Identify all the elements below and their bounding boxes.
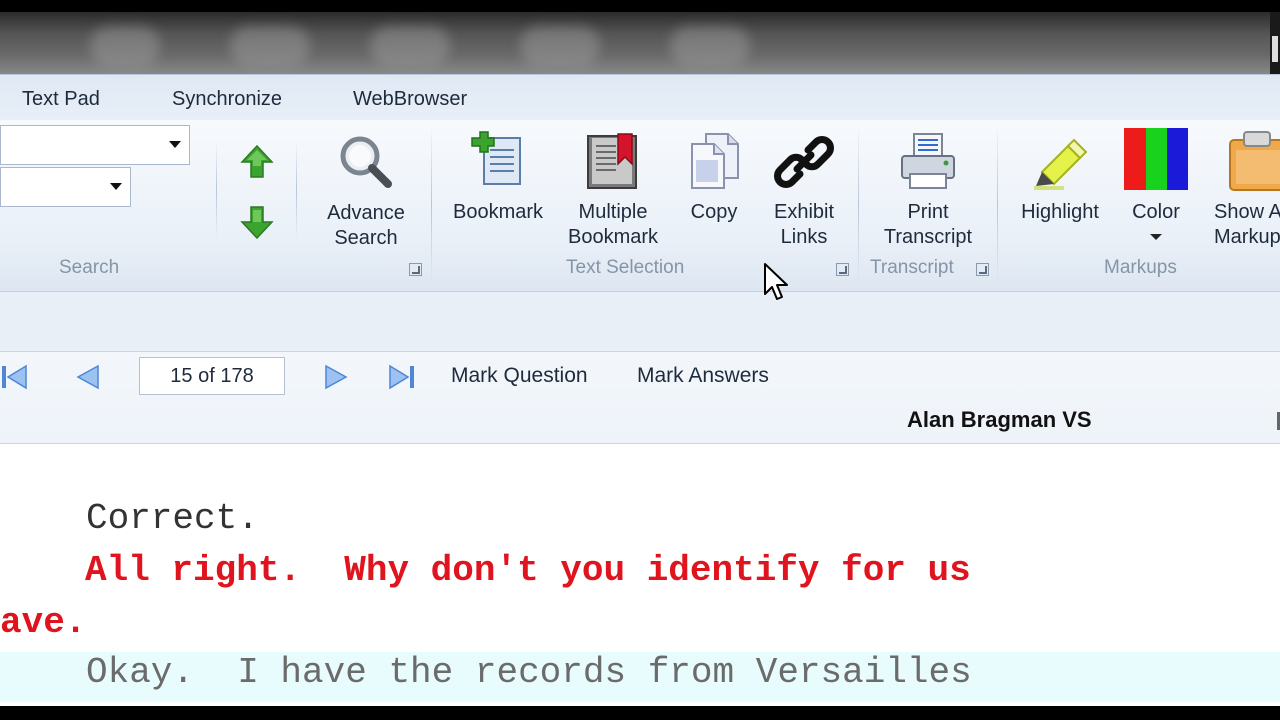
print-transcript-label-line-1: Print	[907, 201, 949, 223]
ribbon-separator	[296, 140, 297, 240]
window-edge-button[interactable]	[1272, 36, 1278, 62]
bookmark-label: Bookmark	[452, 201, 544, 223]
show-all-markup-label: Show A Markup	[1214, 200, 1280, 250]
ribbon-group-separator	[997, 125, 998, 285]
highlight-button[interactable]: Highlight	[1012, 130, 1108, 240]
markups-group-label: Markups	[1104, 257, 1177, 278]
window-edge	[1270, 12, 1280, 74]
caption-blur-shape	[90, 26, 160, 66]
bookmark-plus-icon	[471, 131, 521, 185]
transcript-pane[interactable]: Correct. All right. Why don't you identi…	[0, 444, 1280, 706]
screen: Text Pad Synchronize WebBrowser Advance	[0, 0, 1280, 720]
color-label: Color	[1132, 201, 1180, 223]
transcript-line-question[interactable]: All right. Why don't you identify for us	[85, 550, 971, 591]
next-hit-down-arrow-icon[interactable]	[237, 202, 277, 242]
tab-synchronize[interactable]: Synchronize	[172, 88, 282, 111]
show-all-markup-label-line-2: Markup	[1214, 226, 1280, 248]
print-transcript-label: Print Transcript	[876, 200, 980, 250]
bookmark-button[interactable]: Bookmark	[450, 130, 546, 240]
ribbon-separator	[216, 140, 217, 240]
caption-blur-shape	[670, 26, 750, 66]
copy-label: Copy	[690, 201, 738, 223]
advance-search-label: Advance Search	[316, 201, 416, 251]
chevron-down-icon[interactable]	[110, 183, 122, 190]
transcript-group-dialog-launcher[interactable]	[976, 263, 989, 276]
ribbon-group-separator	[858, 125, 859, 285]
advance-search-label-line-2: Search	[334, 227, 398, 249]
caption-blur-shape	[520, 26, 600, 66]
search-combo-secondary[interactable]	[0, 167, 131, 207]
exhibit-links-label-line-1: Exhibit	[773, 201, 835, 223]
chevron-down-icon[interactable]	[1150, 234, 1162, 240]
search-group-dialog-launcher[interactable]	[409, 263, 422, 276]
advance-search-button[interactable]: Advance Search	[316, 132, 416, 262]
magnifier-icon	[340, 136, 392, 188]
advance-search-label-line-1: Advance	[327, 202, 405, 224]
show-all-markup-label-line-1: Show A	[1214, 201, 1280, 223]
next-page-icon[interactable]	[318, 362, 354, 392]
tab-text-pad[interactable]: Text Pad	[22, 88, 100, 111]
last-page-icon[interactable]	[384, 362, 420, 392]
exhibit-links-button[interactable]: Exhibit Links	[764, 130, 844, 260]
ribbon: Advance Search Search Bookmark Multiple …	[0, 120, 1280, 292]
previous-page-icon[interactable]	[70, 362, 106, 392]
page-navigation-bar: 15 of 178 Mark Question Mark Answers Ala…	[0, 352, 1280, 444]
multiple-bookmark-label: Multiple Bookmark	[563, 200, 663, 250]
multiple-bookmark-icon	[587, 133, 637, 189]
exhibit-links-label-line-2: Links	[780, 226, 828, 248]
highlighter-icon	[1034, 138, 1088, 190]
color-bars-icon	[1124, 128, 1188, 190]
chevron-down-icon[interactable]	[169, 141, 181, 148]
print-transcript-button[interactable]: Print Transcript	[876, 130, 980, 260]
transcript-line[interactable]: Correct.	[86, 498, 259, 539]
text-selection-group-label: Text Selection	[566, 257, 685, 278]
page-number-input[interactable]: 15 of 178	[139, 357, 285, 395]
witness-name: Alan Bragman VS	[907, 407, 1092, 432]
tab-webbrowser[interactable]: WebBrowser	[353, 88, 467, 111]
show-all-markup-button[interactable]: Show A Markup	[1206, 130, 1280, 260]
highlight-label: Highlight	[1021, 201, 1099, 223]
caption-blur-shape	[230, 26, 310, 66]
exhibit-links-label: Exhibit Links	[764, 200, 844, 250]
ribbon-tabs: Text Pad Synchronize WebBrowser	[0, 74, 1280, 120]
previous-hit-up-arrow-icon[interactable]	[237, 142, 277, 182]
clipboard-icon	[1229, 131, 1280, 191]
toolbar-strip	[0, 292, 1280, 352]
multiple-bookmark-label-line-1: Multiple	[578, 201, 648, 223]
caption-blur-shape	[370, 26, 450, 66]
first-page-icon[interactable]	[0, 362, 36, 392]
search-group-label: Search	[59, 257, 120, 278]
text-selection-group-dialog-launcher[interactable]	[836, 263, 849, 276]
search-combo-primary[interactable]	[0, 125, 190, 165]
ribbon-group-separator	[431, 125, 432, 285]
copy-button[interactable]: Copy	[676, 130, 752, 240]
window-caption	[0, 12, 1280, 74]
print-transcript-label-line-2: Transcript	[883, 226, 973, 248]
mark-question-button[interactable]: Mark Question	[451, 364, 588, 388]
mark-answers-button[interactable]: Mark Answers	[637, 364, 769, 388]
multiple-bookmark-button[interactable]: Multiple Bookmark	[563, 130, 663, 260]
color-button[interactable]: Color	[1118, 128, 1194, 258]
bottom-border	[0, 706, 1280, 720]
transcript-line-question[interactable]: ave.	[0, 602, 86, 643]
transcript-line[interactable]: Okay. I have the records from Versailles	[86, 652, 972, 693]
transcript-group-label: Transcript	[870, 257, 954, 278]
multiple-bookmark-label-line-2: Bookmark	[567, 226, 659, 248]
copy-pages-icon	[691, 133, 739, 189]
chain-link-icon	[774, 136, 834, 188]
mouse-cursor-icon	[764, 263, 788, 300]
printer-icon	[901, 133, 955, 189]
